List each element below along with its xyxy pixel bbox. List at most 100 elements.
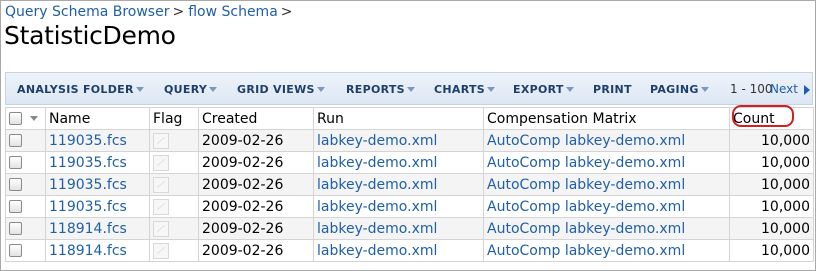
row-checkbox[interactable]	[9, 178, 22, 191]
flag-cell[interactable]	[149, 239, 199, 262]
name-cell[interactable]: 118914.fcs	[45, 239, 150, 262]
name-cell[interactable]: 119035.fcs	[45, 129, 150, 152]
row-checkbox[interactable]	[9, 200, 22, 213]
run-cell[interactable]: labkey-demo.xml	[313, 129, 484, 152]
breadcrumb: Query Schema Browser > flow Schema >	[5, 4, 297, 20]
table-row: 119035.fcs 2009-02-26 labkey-demo.xml Au…	[5, 151, 814, 174]
chevron-down-icon	[316, 87, 325, 92]
paging-menu-button[interactable]: PAGING	[650, 83, 709, 96]
name-cell[interactable]: 119035.fcs	[45, 173, 150, 196]
run-cell[interactable]: labkey-demo.xml	[313, 173, 484, 196]
table-row: 118914.fcs 2009-02-26 labkey-demo.xml Au…	[5, 217, 814, 240]
column-header-created[interactable]: Created	[198, 107, 314, 130]
created-cell: 2009-02-26	[198, 239, 314, 262]
compensation-matrix-cell[interactable]: AutoComp labkey-demo.xml	[483, 129, 730, 152]
charts-label: CHARTS	[434, 83, 485, 96]
count-cell: 10,000	[729, 217, 814, 240]
run-cell[interactable]: labkey-demo.xml	[313, 239, 484, 262]
count-cell: 10,000	[729, 173, 814, 196]
row-checkbox[interactable]	[9, 244, 22, 257]
header-row: Name Flag Created Run Compensation Matri…	[5, 107, 814, 130]
select-all-header[interactable]	[5, 107, 46, 130]
reports-label: REPORTS	[346, 83, 405, 96]
flag-icon[interactable]	[153, 220, 169, 237]
table-row: 119035.fcs 2009-02-26 labkey-demo.xml Au…	[5, 129, 814, 152]
compensation-matrix-cell[interactable]: AutoComp labkey-demo.xml	[483, 173, 730, 196]
grid-toolbar: ANALYSIS FOLDER QUERY GRID VIEWS REPORTS…	[5, 72, 813, 105]
column-header-compensation-matrix[interactable]: Compensation Matrix	[483, 107, 730, 130]
compensation-matrix-cell[interactable]: AutoComp labkey-demo.xml	[483, 217, 730, 240]
count-cell: 10,000	[729, 239, 814, 262]
name-cell[interactable]: 119035.fcs	[45, 195, 150, 218]
flag-icon[interactable]	[153, 132, 169, 149]
analysis-folder-label: ANALYSIS FOLDER	[17, 83, 134, 96]
row-checkbox[interactable]	[9, 222, 22, 235]
flag-icon[interactable]	[153, 198, 169, 215]
row-select-cell[interactable]	[5, 129, 46, 152]
breadcrumb-flow-schema[interactable]: flow Schema	[188, 4, 278, 20]
count-cell: 10,000	[729, 129, 814, 152]
breadcrumb-separator: >	[172, 4, 185, 20]
name-cell[interactable]: 118914.fcs	[45, 217, 150, 240]
table-row: 119035.fcs 2009-02-26 labkey-demo.xml Au…	[5, 195, 814, 218]
flag-cell[interactable]	[149, 173, 199, 196]
created-cell: 2009-02-26	[198, 129, 314, 152]
print-button[interactable]: PRINT	[593, 83, 632, 96]
next-arrow-icon[interactable]	[804, 85, 810, 95]
created-cell: 2009-02-26	[198, 173, 314, 196]
grid-views-label: GRID VIEWS	[237, 83, 315, 96]
page-range: 1 - 100	[730, 82, 773, 96]
query-label: QUERY	[164, 83, 208, 96]
run-cell[interactable]: labkey-demo.xml	[313, 151, 484, 174]
created-cell: 2009-02-26	[198, 151, 314, 174]
chevron-down-icon[interactable]	[30, 116, 38, 121]
row-checkbox[interactable]	[9, 134, 22, 147]
run-cell[interactable]: labkey-demo.xml	[313, 195, 484, 218]
created-cell: 2009-02-26	[198, 195, 314, 218]
row-select-cell[interactable]	[5, 195, 46, 218]
column-header-flag[interactable]: Flag	[149, 107, 199, 130]
flag-cell[interactable]	[149, 151, 199, 174]
row-checkbox[interactable]	[9, 156, 22, 169]
analysis-folder-menu-button[interactable]: ANALYSIS FOLDER	[17, 83, 144, 96]
row-select-cell[interactable]	[5, 239, 46, 262]
charts-menu-button[interactable]: CHARTS	[434, 83, 495, 96]
flag-icon[interactable]	[153, 242, 169, 259]
row-select-cell[interactable]	[5, 217, 46, 240]
table-row: 119035.fcs 2009-02-26 labkey-demo.xml Au…	[5, 173, 814, 196]
reports-menu-button[interactable]: REPORTS	[346, 83, 415, 96]
chevron-down-icon	[135, 87, 144, 92]
table-row: 118914.fcs 2009-02-26 labkey-demo.xml Au…	[5, 239, 814, 262]
flag-icon[interactable]	[153, 154, 169, 171]
chevron-down-icon	[209, 87, 218, 92]
select-all-checkbox[interactable]	[9, 112, 22, 125]
column-header-count[interactable]: Count	[729, 107, 814, 130]
count-cell: 10,000	[729, 195, 814, 218]
row-select-cell[interactable]	[5, 151, 46, 174]
export-menu-button[interactable]: EXPORT	[513, 83, 574, 96]
column-header-run[interactable]: Run	[313, 107, 484, 130]
page-title: StatisticDemo	[4, 21, 176, 50]
flag-cell[interactable]	[149, 217, 199, 240]
compensation-matrix-cell[interactable]: AutoComp labkey-demo.xml	[483, 195, 730, 218]
breadcrumb-query-schema-browser[interactable]: Query Schema Browser	[5, 4, 169, 20]
query-menu-button[interactable]: QUERY	[164, 83, 218, 96]
next-page-link[interactable]: Next	[770, 82, 798, 96]
flag-cell[interactable]	[149, 195, 199, 218]
data-grid: Name Flag Created Run Compensation Matri…	[5, 107, 814, 262]
chevron-down-icon	[700, 87, 709, 92]
compensation-matrix-cell[interactable]: AutoComp labkey-demo.xml	[483, 151, 730, 174]
flag-icon[interactable]	[153, 176, 169, 193]
column-header-name[interactable]: Name	[45, 107, 150, 130]
name-cell[interactable]: 119035.fcs	[45, 151, 150, 174]
chevron-down-icon	[565, 87, 574, 92]
grid-views-menu-button[interactable]: GRID VIEWS	[237, 83, 325, 96]
export-label: EXPORT	[513, 83, 564, 96]
compensation-matrix-cell[interactable]: AutoComp labkey-demo.xml	[483, 239, 730, 262]
run-cell[interactable]: labkey-demo.xml	[313, 217, 484, 240]
print-label: PRINT	[593, 83, 632, 96]
row-select-cell[interactable]	[5, 173, 46, 196]
chevron-down-icon	[406, 87, 415, 92]
flag-cell[interactable]	[149, 129, 199, 152]
grid-view-panel: Query Schema Browser > flow Schema > Statis…	[0, 0, 816, 271]
